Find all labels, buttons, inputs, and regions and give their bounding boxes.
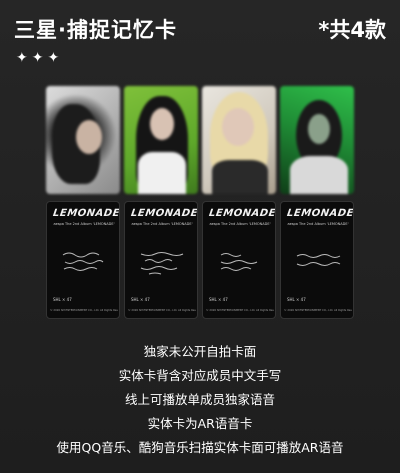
- card-back-subtitle: aespa The 2nd Album 'LEMONADE': [209, 222, 271, 226]
- handwriting-scribble: [62, 252, 104, 271]
- card-back-signature-label: SHL × 47: [209, 297, 228, 302]
- handwriting-scribble: [296, 254, 341, 266]
- card-back-copyright: © 2026 SM ENTERTAINMENT CO., Ltd. All Ri…: [50, 309, 118, 312]
- feature-item: 实体卡背含对应成员中文手写: [118, 368, 282, 383]
- product-page: 三星·捕捉记忆卡 *共4款 ✦✦✦ LEMONADE aespa The 2nd…: [0, 0, 400, 473]
- feature-item: 使用QQ音乐、酷狗音乐扫描实体卡面可播放AR语音: [56, 440, 344, 455]
- card-back-logo: LEMONADE: [52, 208, 120, 219]
- card-count: *共4款: [318, 18, 386, 42]
- feature-item: 独家未公开自拍卡面: [143, 344, 257, 359]
- card-back-3: LEMONADE aespa The 2nd Album 'LEMONADE' …: [202, 201, 276, 319]
- handwriting-scribble: [220, 253, 258, 271]
- feature-item: 实体卡为AR语音卡: [147, 416, 253, 431]
- card-back-row: LEMONADE aespa The 2nd Album 'LEMONADE' …: [46, 201, 354, 319]
- page-title: 三星·捕捉记忆卡: [14, 18, 177, 42]
- card-back-copyright: © 2026 SM ENTERTAINMENT CO., Ltd. All Ri…: [206, 309, 274, 312]
- card-back-logo: LEMONADE: [208, 208, 276, 219]
- card-back-subtitle: aespa The 2nd Album 'LEMONADE': [131, 222, 193, 226]
- card-back-copyright: © 2026 SM ENTERTAINMENT CO., Ltd. All Ri…: [128, 309, 196, 312]
- photo-card-2: [124, 86, 198, 194]
- card-back-signature-label: SHL × 47: [287, 297, 306, 302]
- photo-card-row: [46, 86, 354, 194]
- card-back-4: LEMONADE aespa The 2nd Album 'LEMONADE' …: [280, 201, 354, 319]
- card-back-logo: LEMONADE: [130, 208, 198, 219]
- feature-list: 独家未公开自拍卡面 实体卡背含对应成员中文手写 线上可播放单成员独家语音 实体卡…: [0, 340, 400, 460]
- handwriting-scribble: [140, 252, 184, 275]
- card-back-subtitle: aespa The 2nd Album 'LEMONADE': [287, 222, 349, 226]
- card-back-1: LEMONADE aespa The 2nd Album 'LEMONADE' …: [46, 201, 120, 319]
- card-back-copyright: © 2026 SM ENTERTAINMENT CO., Ltd. All Ri…: [284, 309, 352, 312]
- photo-card-1: [46, 86, 120, 194]
- card-back-logo: LEMONADE: [286, 208, 354, 219]
- star-decoration-icon: ✦✦✦: [16, 50, 64, 66]
- card-back-signature-label: SHL × 47: [53, 297, 72, 302]
- card-back-subtitle: aespa The 2nd Album 'LEMONADE': [53, 222, 115, 226]
- photo-card-4: [280, 86, 354, 194]
- card-back-2: LEMONADE aespa The 2nd Album 'LEMONADE' …: [124, 201, 198, 319]
- card-back-signature-label: SHL × 47: [131, 297, 150, 302]
- feature-item: 线上可播放单成员独家语音: [124, 392, 275, 407]
- photo-card-3: [202, 86, 276, 194]
